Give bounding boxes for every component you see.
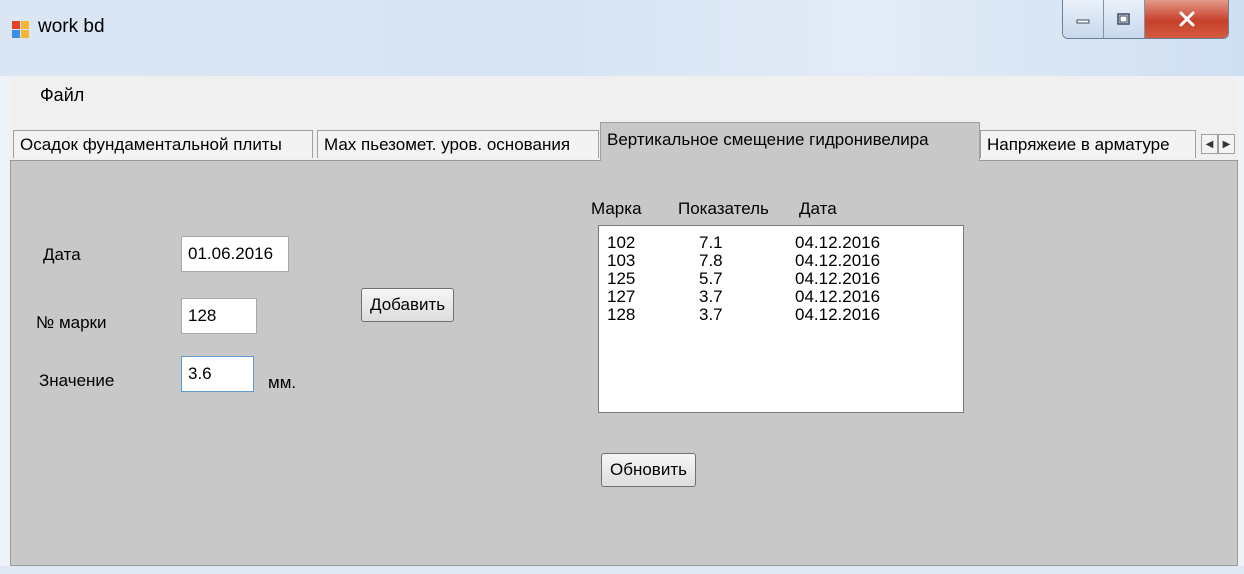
list-item[interactable]: 125 5.7 04.12.2016 bbox=[599, 270, 963, 288]
list-item-mark: 103 bbox=[607, 251, 636, 270]
list-item-date: 04.12.2016 bbox=[795, 305, 881, 324]
window-controls bbox=[1062, 0, 1229, 39]
list-item[interactable]: 128 3.7 04.12.2016 bbox=[599, 306, 963, 324]
tab-piezometric-level[interactable]: Мах пьезомет. уров. основания bbox=[317, 130, 599, 158]
date-input[interactable] bbox=[181, 236, 289, 272]
tab-foundation-settlement[interactable]: Осадок фундаментальной плиты bbox=[13, 130, 313, 158]
mark-label: № марки bbox=[36, 313, 107, 332]
list-item-mark: 125 bbox=[607, 269, 636, 288]
tab-scroll-right-button[interactable]: ▶ bbox=[1218, 134, 1235, 154]
app-window-icon bbox=[12, 21, 30, 39]
list-item-date: 04.12.2016 bbox=[795, 287, 881, 306]
list-item-value: 3.7 bbox=[699, 305, 723, 324]
list-item[interactable]: 102 7.1 04.12.2016 bbox=[599, 234, 963, 252]
list-item[interactable]: 127 3.7 04.12.2016 bbox=[599, 288, 963, 306]
minimize-icon bbox=[1076, 19, 1090, 24]
window-bottom-border bbox=[0, 566, 1244, 574]
menu-file[interactable]: Файл bbox=[40, 85, 84, 106]
chevron-right-icon: ▶ bbox=[1222, 139, 1231, 150]
list-item-mark: 102 bbox=[607, 233, 636, 252]
list-item-mark: 127 bbox=[607, 287, 636, 306]
maximize-button[interactable] bbox=[1104, 0, 1145, 38]
tab-strip: Осадок фундаментальной плиты Мах пьезоме… bbox=[10, 118, 1238, 161]
list-item-value: 7.1 bbox=[699, 233, 723, 252]
tab-reinforcement-stress[interactable]: Напряжеие в арматуре bbox=[980, 130, 1196, 158]
mark-input[interactable] bbox=[181, 298, 257, 334]
menu-bar: Файл bbox=[10, 76, 1238, 118]
tab-panel: Дата № марки Значение мм. Добавить Марка… bbox=[10, 160, 1238, 566]
unit-label: мм. bbox=[268, 373, 297, 392]
list-item-value: 3.7 bbox=[699, 287, 723, 306]
list-item[interactable]: 103 7.8 04.12.2016 bbox=[599, 252, 963, 270]
value-input[interactable] bbox=[181, 356, 254, 392]
list-item-date: 04.12.2016 bbox=[795, 233, 881, 252]
minimize-button[interactable] bbox=[1063, 0, 1104, 38]
close-button[interactable] bbox=[1145, 0, 1228, 38]
list-item-date: 04.12.2016 bbox=[795, 269, 881, 288]
refresh-button[interactable]: Обновить bbox=[601, 453, 696, 487]
value-label: Значение bbox=[39, 371, 115, 390]
list-item-value: 7.8 bbox=[699, 251, 723, 270]
close-icon bbox=[1179, 11, 1194, 27]
tab-vertical-displacement[interactable]: Вертикальное смещение гидронивелира bbox=[600, 122, 980, 161]
date-label: Дата bbox=[43, 245, 81, 264]
list-item-mark: 128 bbox=[607, 305, 636, 324]
measurements-listbox[interactable]: 102 7.1 04.12.2016 103 7.8 04.12.2016 12… bbox=[598, 225, 964, 413]
list-header-date: Дата bbox=[799, 199, 837, 218]
maximize-icon bbox=[1117, 13, 1130, 25]
list-item-value: 5.7 bbox=[699, 269, 723, 288]
tab-scroll-left-button[interactable]: ◀ bbox=[1201, 134, 1218, 154]
title-bar[interactable]: work bd bbox=[0, 0, 1244, 76]
add-button[interactable]: Добавить bbox=[361, 288, 455, 322]
window-title: work bd bbox=[38, 16, 105, 37]
app-window: work bd Файл Осадок фундаментальной плит… bbox=[0, 0, 1244, 574]
list-header-value: Показатель bbox=[678, 199, 769, 218]
list-item-date: 04.12.2016 bbox=[795, 251, 881, 270]
list-header-mark: Марка bbox=[591, 199, 642, 218]
chevron-left-icon: ◀ bbox=[1205, 139, 1214, 150]
